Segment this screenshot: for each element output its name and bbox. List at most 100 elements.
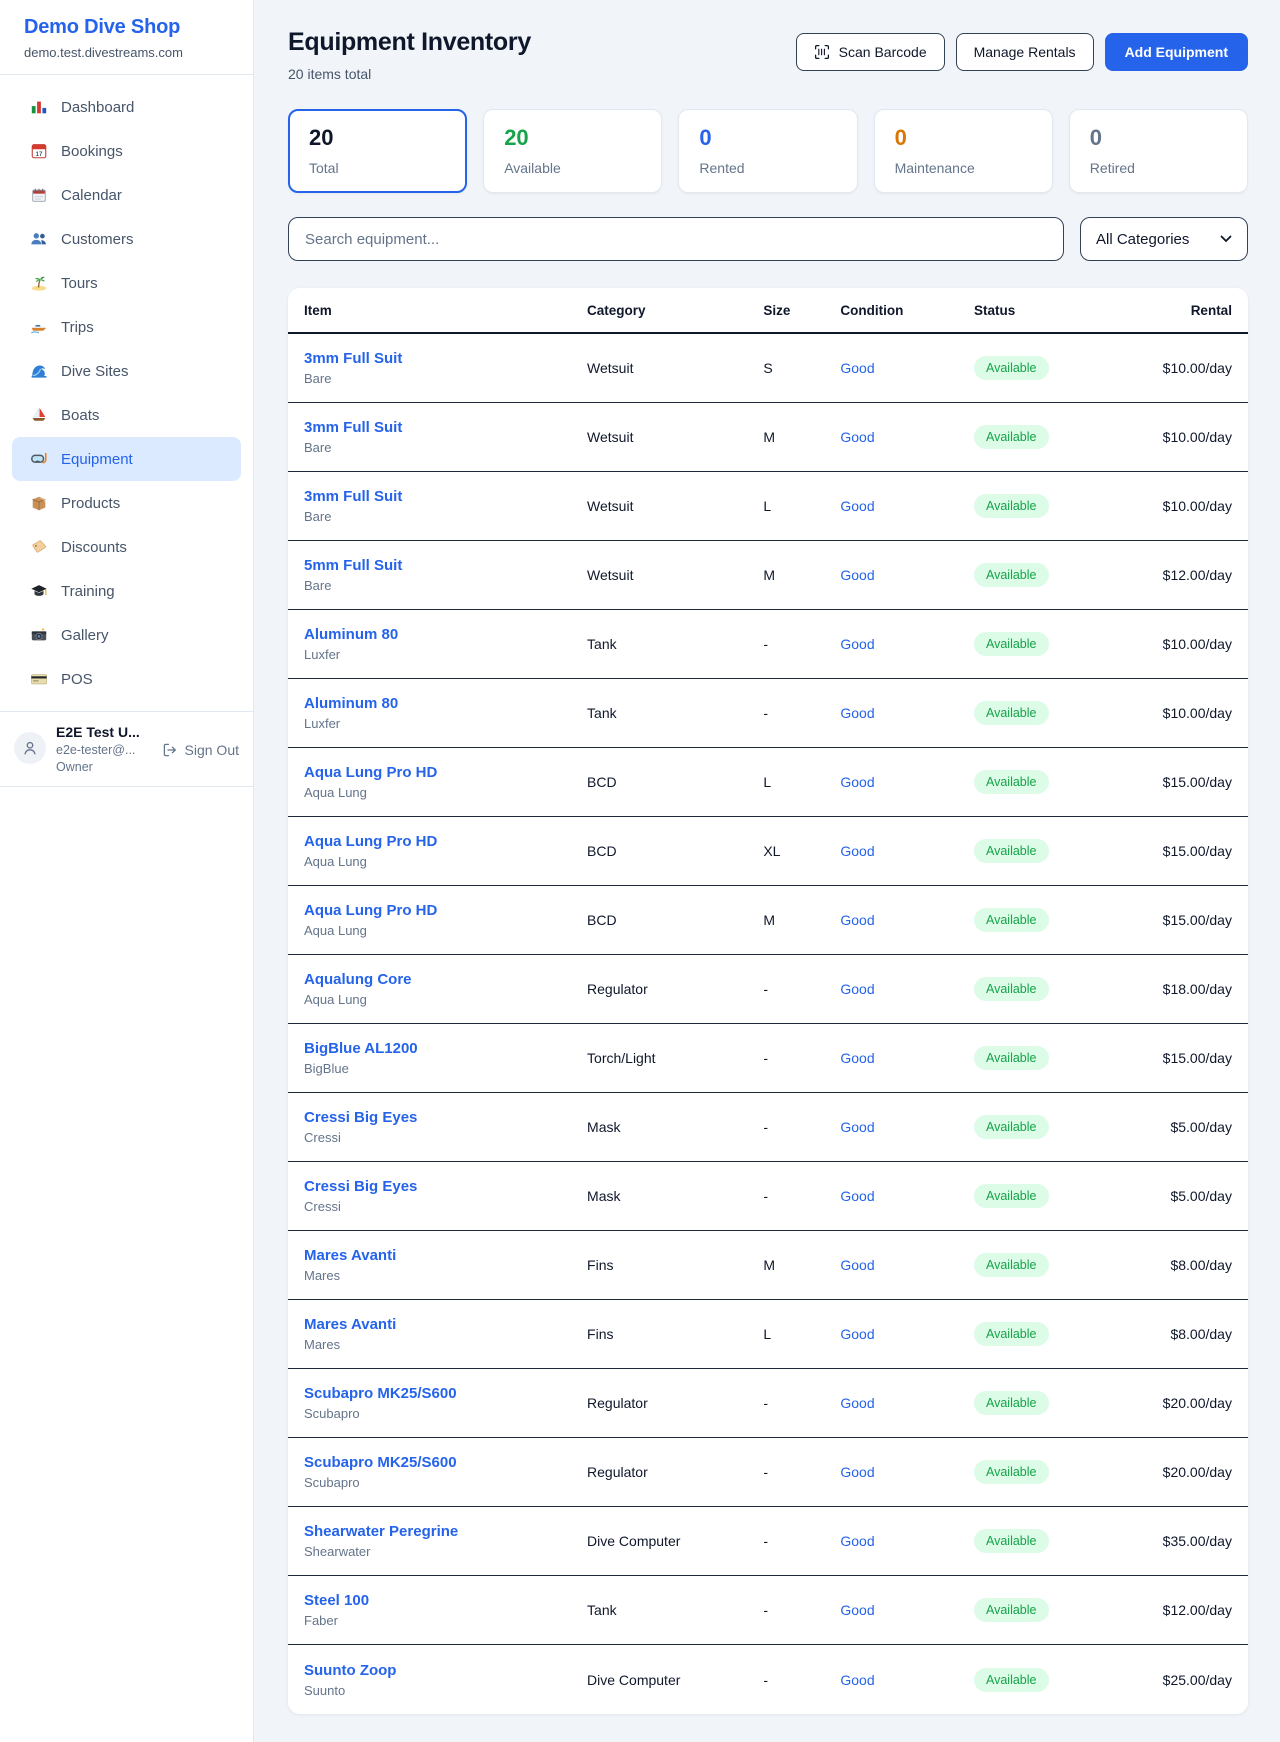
stat-card-maintenance[interactable]: 0 Maintenance: [874, 109, 1053, 193]
item-name-link[interactable]: Aluminum 80: [304, 695, 398, 712]
category-cell: Mask: [587, 1188, 763, 1204]
item-name-link[interactable]: Aluminum 80: [304, 626, 398, 643]
item-name-link[interactable]: Mares Avanti: [304, 1247, 396, 1264]
status-cell: Available: [974, 632, 1103, 656]
item-brand: Faber: [304, 1613, 587, 1628]
sidebar-item-dashboard[interactable]: Dashboard: [12, 85, 241, 129]
condition-link[interactable]: Good: [840, 1533, 874, 1549]
item-name-link[interactable]: Aqua Lung Pro HD: [304, 902, 437, 919]
sign-out-button[interactable]: Sign Out: [162, 742, 239, 758]
stat-card-retired[interactable]: 0 Retired: [1069, 109, 1248, 193]
item-name-link[interactable]: Scubapro MK25/S600: [304, 1454, 457, 1471]
condition-link[interactable]: Good: [840, 1050, 874, 1066]
condition-link[interactable]: Good: [840, 1464, 874, 1480]
item-name-link[interactable]: Aqua Lung Pro HD: [304, 833, 437, 850]
condition-link[interactable]: Good: [840, 567, 874, 583]
scan-barcode-button[interactable]: Scan Barcode: [796, 33, 945, 71]
condition-cell: Good: [840, 1395, 974, 1411]
sidebar-item-calendar[interactable]: Calendar: [12, 173, 241, 217]
header-actions: Scan Barcode Manage Rentals Add Equipmen…: [796, 33, 1248, 71]
condition-link[interactable]: Good: [840, 429, 874, 445]
condition-link[interactable]: Good: [840, 1188, 874, 1204]
item-name-link[interactable]: Suunto Zoop: [304, 1662, 396, 1679]
manage-rentals-button[interactable]: Manage Rentals: [956, 33, 1094, 71]
items-total: 20 items total: [288, 66, 531, 82]
sign-out-label: Sign Out: [185, 742, 239, 758]
stat-label: Rented: [699, 160, 836, 176]
table-row: Aqua Lung Pro HD Aqua Lung BCD M Good Av…: [288, 886, 1248, 955]
condition-link[interactable]: Good: [840, 1257, 874, 1273]
table-row: Aqua Lung Pro HD Aqua Lung BCD XL Good A…: [288, 817, 1248, 886]
condition-link[interactable]: Good: [840, 1395, 874, 1411]
item-name-link[interactable]: 3mm Full Suit: [304, 488, 402, 505]
col-header-size: Size: [763, 303, 840, 318]
sidebar: Demo Dive Shop demo.test.divestreams.com…: [0, 0, 254, 1742]
sidebar-item-products[interactable]: Products: [12, 481, 241, 525]
item-name-link[interactable]: Cressi Big Eyes: [304, 1178, 417, 1195]
item-name-link[interactable]: 5mm Full Suit: [304, 557, 402, 574]
condition-link[interactable]: Good: [840, 843, 874, 859]
status-cell: Available: [974, 1391, 1103, 1415]
condition-link[interactable]: Good: [840, 981, 874, 997]
size-cell: -: [763, 1672, 840, 1688]
condition-link[interactable]: Good: [840, 1672, 874, 1688]
condition-link[interactable]: Good: [840, 1119, 874, 1135]
item-name-link[interactable]: Cressi Big Eyes: [304, 1109, 417, 1126]
item-name-link[interactable]: 3mm Full Suit: [304, 350, 402, 367]
col-header-condition: Condition: [840, 303, 974, 318]
sidebar-item-discounts[interactable]: Discounts: [12, 525, 241, 569]
item-name-link[interactable]: BigBlue AL1200: [304, 1040, 418, 1057]
item-name-link[interactable]: Aqua Lung Pro HD: [304, 764, 437, 781]
condition-cell: Good: [840, 981, 974, 997]
table-row: BigBlue AL1200 BigBlue Torch/Light - Goo…: [288, 1024, 1248, 1093]
condition-link[interactable]: Good: [840, 912, 874, 928]
sidebar-item-gallery[interactable]: Gallery: [12, 613, 241, 657]
stat-card-available[interactable]: 20 Available: [483, 109, 662, 193]
item-name-link[interactable]: Aqualung Core: [304, 971, 412, 988]
condition-link[interactable]: Good: [840, 636, 874, 652]
rental-cell: $8.00/day: [1103, 1326, 1232, 1342]
stat-card-total[interactable]: 20 Total: [288, 109, 467, 193]
condition-link[interactable]: Good: [840, 498, 874, 514]
rental-cell: $10.00/day: [1103, 705, 1232, 721]
sidebar-item-trips[interactable]: Trips: [12, 305, 241, 349]
sidebar-item-pos[interactable]: POS: [12, 657, 241, 701]
sidebar-item-bookings[interactable]: 17 Bookings: [12, 129, 241, 173]
condition-link[interactable]: Good: [840, 1602, 874, 1618]
add-equipment-button[interactable]: Add Equipment: [1105, 33, 1248, 71]
rental-cell: $12.00/day: [1103, 1602, 1232, 1618]
status-cell: Available: [974, 1598, 1103, 1622]
sidebar-item-customers[interactable]: Customers: [12, 217, 241, 261]
search-input[interactable]: [288, 217, 1064, 261]
col-header-category: Category: [587, 303, 763, 318]
table-row: Aqua Lung Pro HD Aqua Lung BCD L Good Av…: [288, 748, 1248, 817]
sidebar-item-equipment[interactable]: Equipment: [12, 437, 241, 481]
sidebar-item-label: Equipment: [61, 451, 133, 468]
item-name-link[interactable]: Scubapro MK25/S600: [304, 1385, 457, 1402]
item-name-link[interactable]: Steel 100: [304, 1592, 369, 1609]
size-cell: M: [763, 912, 840, 928]
item-cell: BigBlue AL1200 BigBlue: [304, 1040, 587, 1076]
sidebar-item-label: POS: [61, 671, 93, 688]
status-badge: Available: [974, 1460, 1049, 1484]
category-select-value: All Categories: [1096, 231, 1189, 248]
condition-link[interactable]: Good: [840, 705, 874, 721]
condition-link[interactable]: Good: [840, 774, 874, 790]
item-name-link[interactable]: 3mm Full Suit: [304, 419, 402, 436]
size-cell: -: [763, 705, 840, 721]
category-select[interactable]: All Categories: [1080, 217, 1248, 261]
sidebar-item-training[interactable]: Training: [12, 569, 241, 613]
sidebar-item-dive-sites[interactable]: Dive Sites: [12, 349, 241, 393]
sidebar-item-boats[interactable]: Boats: [12, 393, 241, 437]
item-name-link[interactable]: Mares Avanti: [304, 1316, 396, 1333]
status-cell: Available: [974, 908, 1103, 932]
condition-link[interactable]: Good: [840, 1326, 874, 1342]
stat-card-rented[interactable]: 0 Rented: [678, 109, 857, 193]
item-brand: Bare: [304, 440, 587, 455]
status-cell: Available: [974, 1322, 1103, 1346]
item-name-link[interactable]: Shearwater Peregrine: [304, 1523, 458, 1540]
sidebar-item-tours[interactable]: Tours: [12, 261, 241, 305]
size-cell: -: [763, 1188, 840, 1204]
status-cell: Available: [974, 1046, 1103, 1070]
condition-link[interactable]: Good: [840, 360, 874, 376]
